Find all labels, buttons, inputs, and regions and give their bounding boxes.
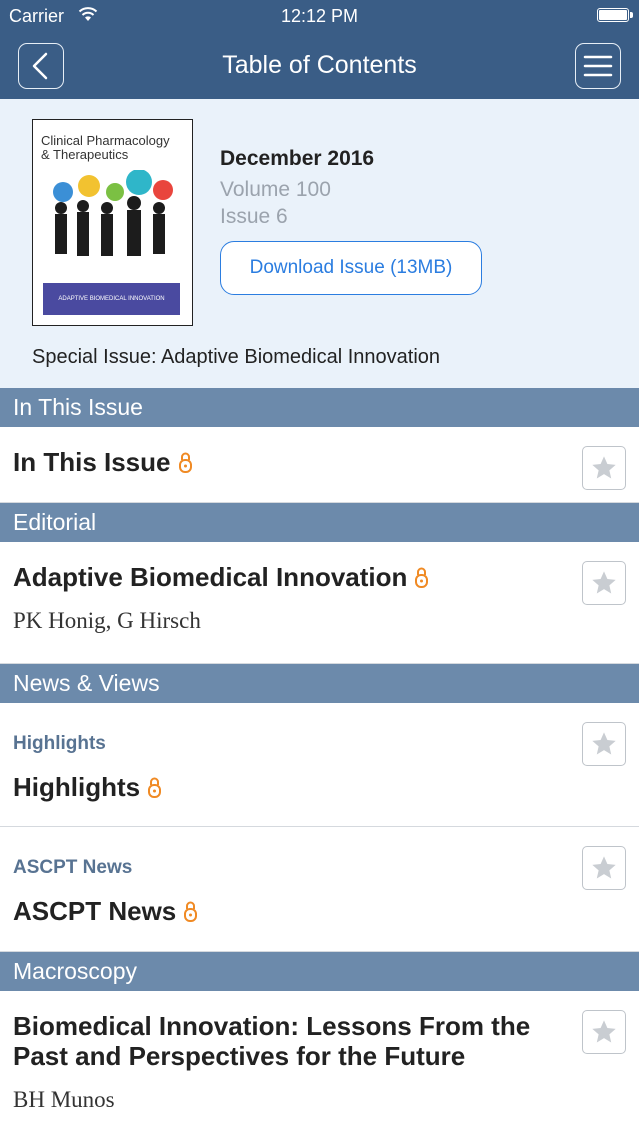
cover-illustration [53, 170, 173, 256]
section-header-in-this-issue: In This Issue [0, 388, 639, 427]
status-bar: Carrier 12:12 PM [0, 0, 639, 34]
cover-title: Clinical Pharmacology & Therapeutics [41, 133, 170, 162]
article-row[interactable]: In This Issue [0, 427, 639, 503]
favorite-button[interactable] [582, 722, 626, 766]
article-title: In This Issue [13, 447, 573, 477]
favorite-button[interactable] [582, 1010, 626, 1054]
favorite-button[interactable] [582, 561, 626, 605]
article-row[interactable]: Biomedical Innovation: Lessons From the … [0, 991, 639, 1136]
nav-bar: Table of Contents [0, 34, 639, 99]
battery-icon [597, 8, 633, 22]
lock-icon [415, 567, 429, 588]
section-header-editorial: Editorial [0, 503, 639, 542]
issue-number: Issue 6 [220, 205, 288, 228]
star-icon [592, 856, 616, 879]
section-header-news-views: News & Views [0, 664, 639, 703]
article-authors: PK Honig, G Hirsch [13, 608, 201, 633]
lock-icon [148, 777, 162, 798]
issue-header: Clinical Pharmacology & Therapeutics ADAP… [0, 99, 639, 388]
article-category: Highlights [13, 733, 106, 754]
favorite-button[interactable] [582, 446, 626, 490]
special-issue-label: Special Issue: Adaptive Biomedical Innov… [32, 346, 441, 368]
clock: 12:12 PM [280, 6, 359, 26]
star-icon [592, 456, 616, 479]
menu-icon [583, 55, 613, 77]
article-authors: BH Munos [13, 1087, 115, 1112]
download-issue-button[interactable]: Download Issue (13MB) [220, 241, 482, 295]
section-header-macroscopy: Macroscopy [0, 952, 639, 991]
favorite-button[interactable] [582, 846, 626, 890]
page-title: Table of Contents [222, 51, 417, 79]
star-icon [592, 732, 616, 755]
lock-icon [184, 901, 198, 922]
star-icon [592, 1020, 616, 1043]
article-title: Adaptive Biomedical Innovation [13, 562, 573, 592]
article-title: Biomedical Innovation: Lessons From the … [13, 1011, 531, 1071]
article-row[interactable]: Highlights Highlights [0, 703, 639, 827]
article-row[interactable]: ASCPT News ASCPT News [0, 827, 639, 952]
issue-volume: Volume 100 [220, 178, 331, 201]
article-title: Highlights [13, 772, 573, 802]
star-icon [592, 571, 616, 594]
menu-button[interactable] [575, 43, 621, 89]
issue-date: December 2016 [220, 147, 375, 170]
article-category: ASCPT News [13, 857, 133, 878]
cover-band: ADAPTIVE BIOMEDICAL INNOVATION [43, 283, 180, 315]
lock-icon [178, 452, 192, 473]
issue-cover-image[interactable]: Clinical Pharmacology & Therapeutics ADAP… [32, 119, 193, 326]
article-title: ASCPT News [13, 896, 573, 926]
article-row[interactable]: Adaptive Biomedical Innovation PK Honig,… [0, 542, 639, 664]
